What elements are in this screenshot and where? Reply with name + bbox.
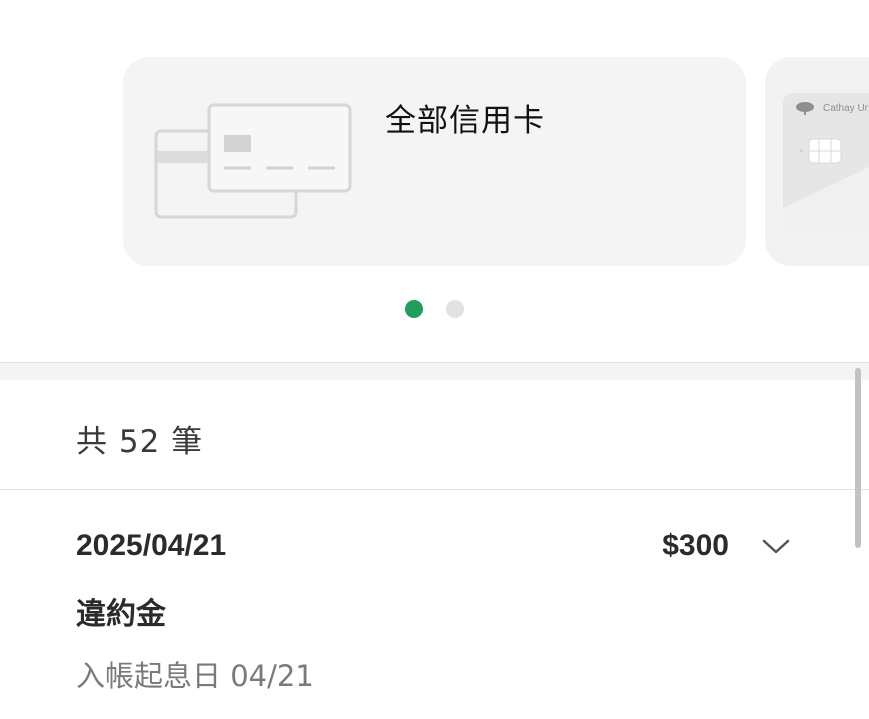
pagination-dot[interactable] xyxy=(446,300,464,318)
chevron-down-icon[interactable] xyxy=(760,533,792,559)
card-carousel[interactable]: 全部信用卡 Cathay Ur xyxy=(0,0,869,362)
transaction-amount: $300 xyxy=(662,529,729,562)
transaction-description: 違約金 xyxy=(76,597,166,632)
card-all-title: 全部信用卡 xyxy=(385,103,545,139)
carousel-pagination xyxy=(0,300,869,318)
pagination-dot-active[interactable] xyxy=(405,300,423,318)
section-divider xyxy=(0,362,869,380)
card-cathay[interactable]: Cathay Ur xyxy=(765,57,869,266)
transaction-count: 共 52 筆 xyxy=(76,424,204,460)
card-brand-text: Cathay Ur xyxy=(823,103,869,114)
cathay-card-face xyxy=(783,93,869,233)
scrollbar[interactable] xyxy=(855,368,861,548)
transaction-posting-date: 入帳起息日 04/21 xyxy=(76,659,314,693)
transaction-row[interactable]: 2025/04/21 $300 違約金 入帳起息日 04/21 xyxy=(0,491,869,719)
credit-cards-icon xyxy=(154,103,352,219)
transaction-count-row: 共 52 筆 xyxy=(0,380,869,490)
transaction-date: 2025/04/21 xyxy=(76,529,227,562)
card-all-credit-cards[interactable]: 全部信用卡 xyxy=(123,57,746,266)
chip-icon xyxy=(808,138,842,164)
